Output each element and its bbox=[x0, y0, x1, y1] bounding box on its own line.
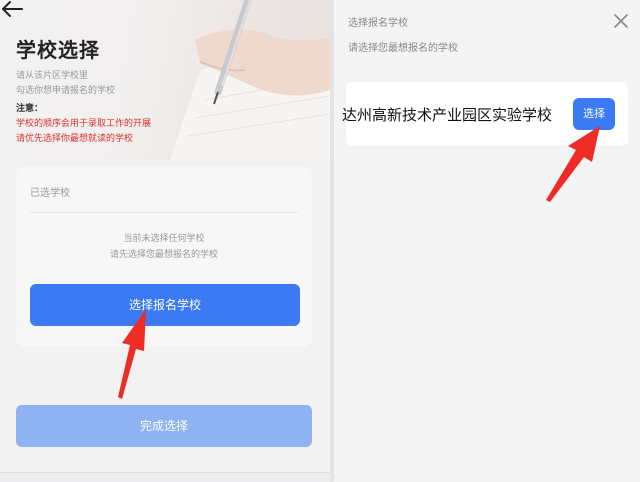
selected-schools-card: 已选学校 当前未选择任何学校 请先选择您最想报名的学校 选择报名学校 bbox=[16, 167, 312, 347]
empty-state-line-2: 请先选择您最想报名的学校 bbox=[109, 250, 218, 260]
selected-schools-label: 已选学校 bbox=[30, 188, 70, 199]
note-line-1: 学校的顺序会用于录取工作的开展 bbox=[16, 119, 152, 129]
arrow-left-icon[interactable] bbox=[0, 0, 24, 18]
page-title: 学校选择 bbox=[16, 38, 100, 62]
note-heading: 注意： bbox=[16, 104, 44, 114]
school-picker-panel: 选择报名学校 请选择您最想报名的学校 达州高新技术产业园区实验学校 选择 bbox=[334, 0, 640, 482]
panel-subtitle: 请选择您最想报名的学校 bbox=[348, 43, 458, 54]
choose-school-button[interactable]: 选择 bbox=[573, 98, 615, 130]
header-banner: 学校选择 请从该片区学校里 勾选你想申请报名的学校 注意： 学校的顺序会用于录取… bbox=[0, 0, 330, 160]
bottom-bar bbox=[0, 472, 330, 482]
screenshot-composite: 学校选择 请从该片区学校里 勾选你想申请报名的学校 注意： 学校的顺序会用于录取… bbox=[0, 0, 640, 482]
school-list-item[interactable]: 达州高新技术产业园区实验学校 选择 bbox=[342, 82, 628, 146]
panel-title: 选择报名学校 bbox=[348, 18, 408, 29]
select-school-button[interactable]: 选择报名学校 bbox=[30, 284, 300, 326]
close-icon[interactable] bbox=[612, 12, 630, 30]
empty-state-line-1: 当前未选择任何学校 bbox=[123, 234, 205, 244]
school-name: 达州高新技术产业园区实验学校 bbox=[342, 106, 553, 124]
description-line-2: 勾选你想申请报名的学校 bbox=[16, 86, 116, 96]
school-selection-screen: 学校选择 请从该片区学校里 勾选你想申请报名的学校 注意： 学校的顺序会用于录取… bbox=[0, 0, 330, 482]
finish-selection-button[interactable]: 完成选择 bbox=[16, 405, 312, 447]
description-line-1: 请从该片区学校里 bbox=[16, 71, 89, 81]
note-line-2: 请优先选择你最想就读的学校 bbox=[16, 134, 134, 144]
divider bbox=[30, 212, 298, 213]
